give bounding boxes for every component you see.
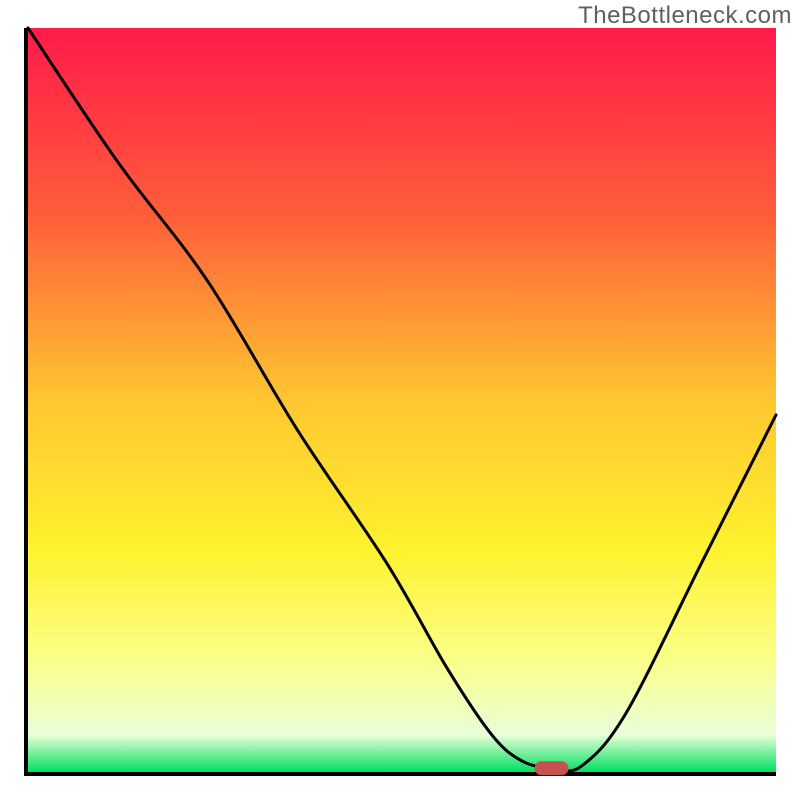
plot-area	[24, 28, 776, 776]
chart-frame: TheBottleneck.com	[0, 0, 800, 800]
marker-layer	[535, 761, 569, 775]
curve-layer	[28, 28, 776, 772]
watermark-text: TheBottleneck.com	[578, 2, 792, 30]
bottleneck-curve	[28, 28, 776, 771]
optimal-point	[535, 761, 569, 775]
